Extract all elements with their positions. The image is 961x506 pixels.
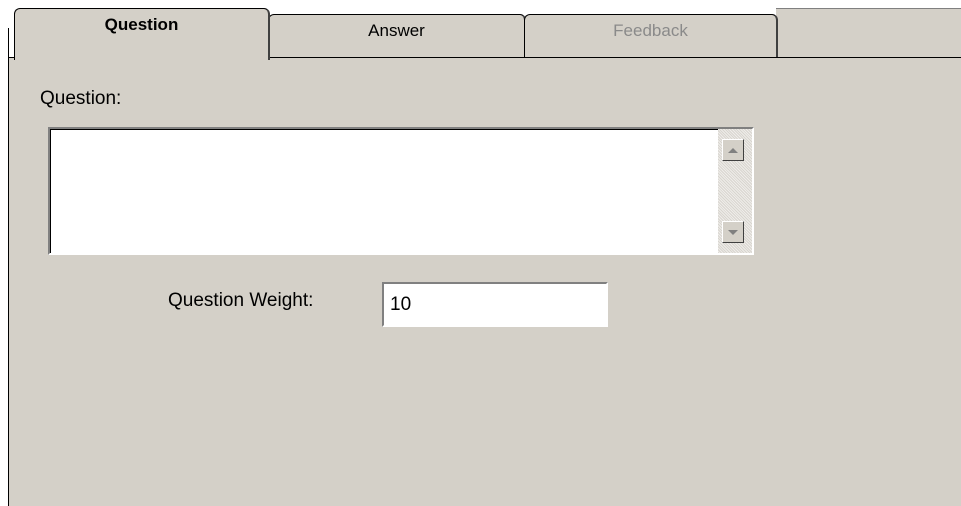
question-textarea[interactable]	[48, 127, 754, 255]
tab-feedback: Feedback	[524, 14, 778, 58]
tab-question-label: Question	[104, 15, 179, 34]
question-text-field[interactable]	[50, 129, 718, 253]
tab-feedback-label: Feedback	[613, 21, 688, 40]
scroll-up-button[interactable]	[722, 139, 744, 161]
arrow-up-icon	[728, 147, 738, 153]
scroll-down-button[interactable]	[722, 221, 744, 243]
question-weight-input[interactable]	[382, 282, 608, 327]
tab-bar: Question Answer Feedback	[0, 0, 961, 61]
question-weight-label: Question Weight:	[168, 290, 314, 311]
question-label: Question:	[40, 88, 122, 109]
arrow-down-icon	[728, 229, 738, 235]
tab-strip-background	[776, 8, 961, 61]
dialog-root: Question Answer Feedback Question: Quest…	[0, 0, 961, 506]
question-scrollbar[interactable]	[718, 129, 752, 253]
tab-answer-label: Answer	[368, 21, 425, 40]
panel-left-border	[8, 28, 9, 506]
tab-question[interactable]: Question	[14, 8, 270, 60]
tab-answer[interactable]: Answer	[268, 14, 526, 58]
